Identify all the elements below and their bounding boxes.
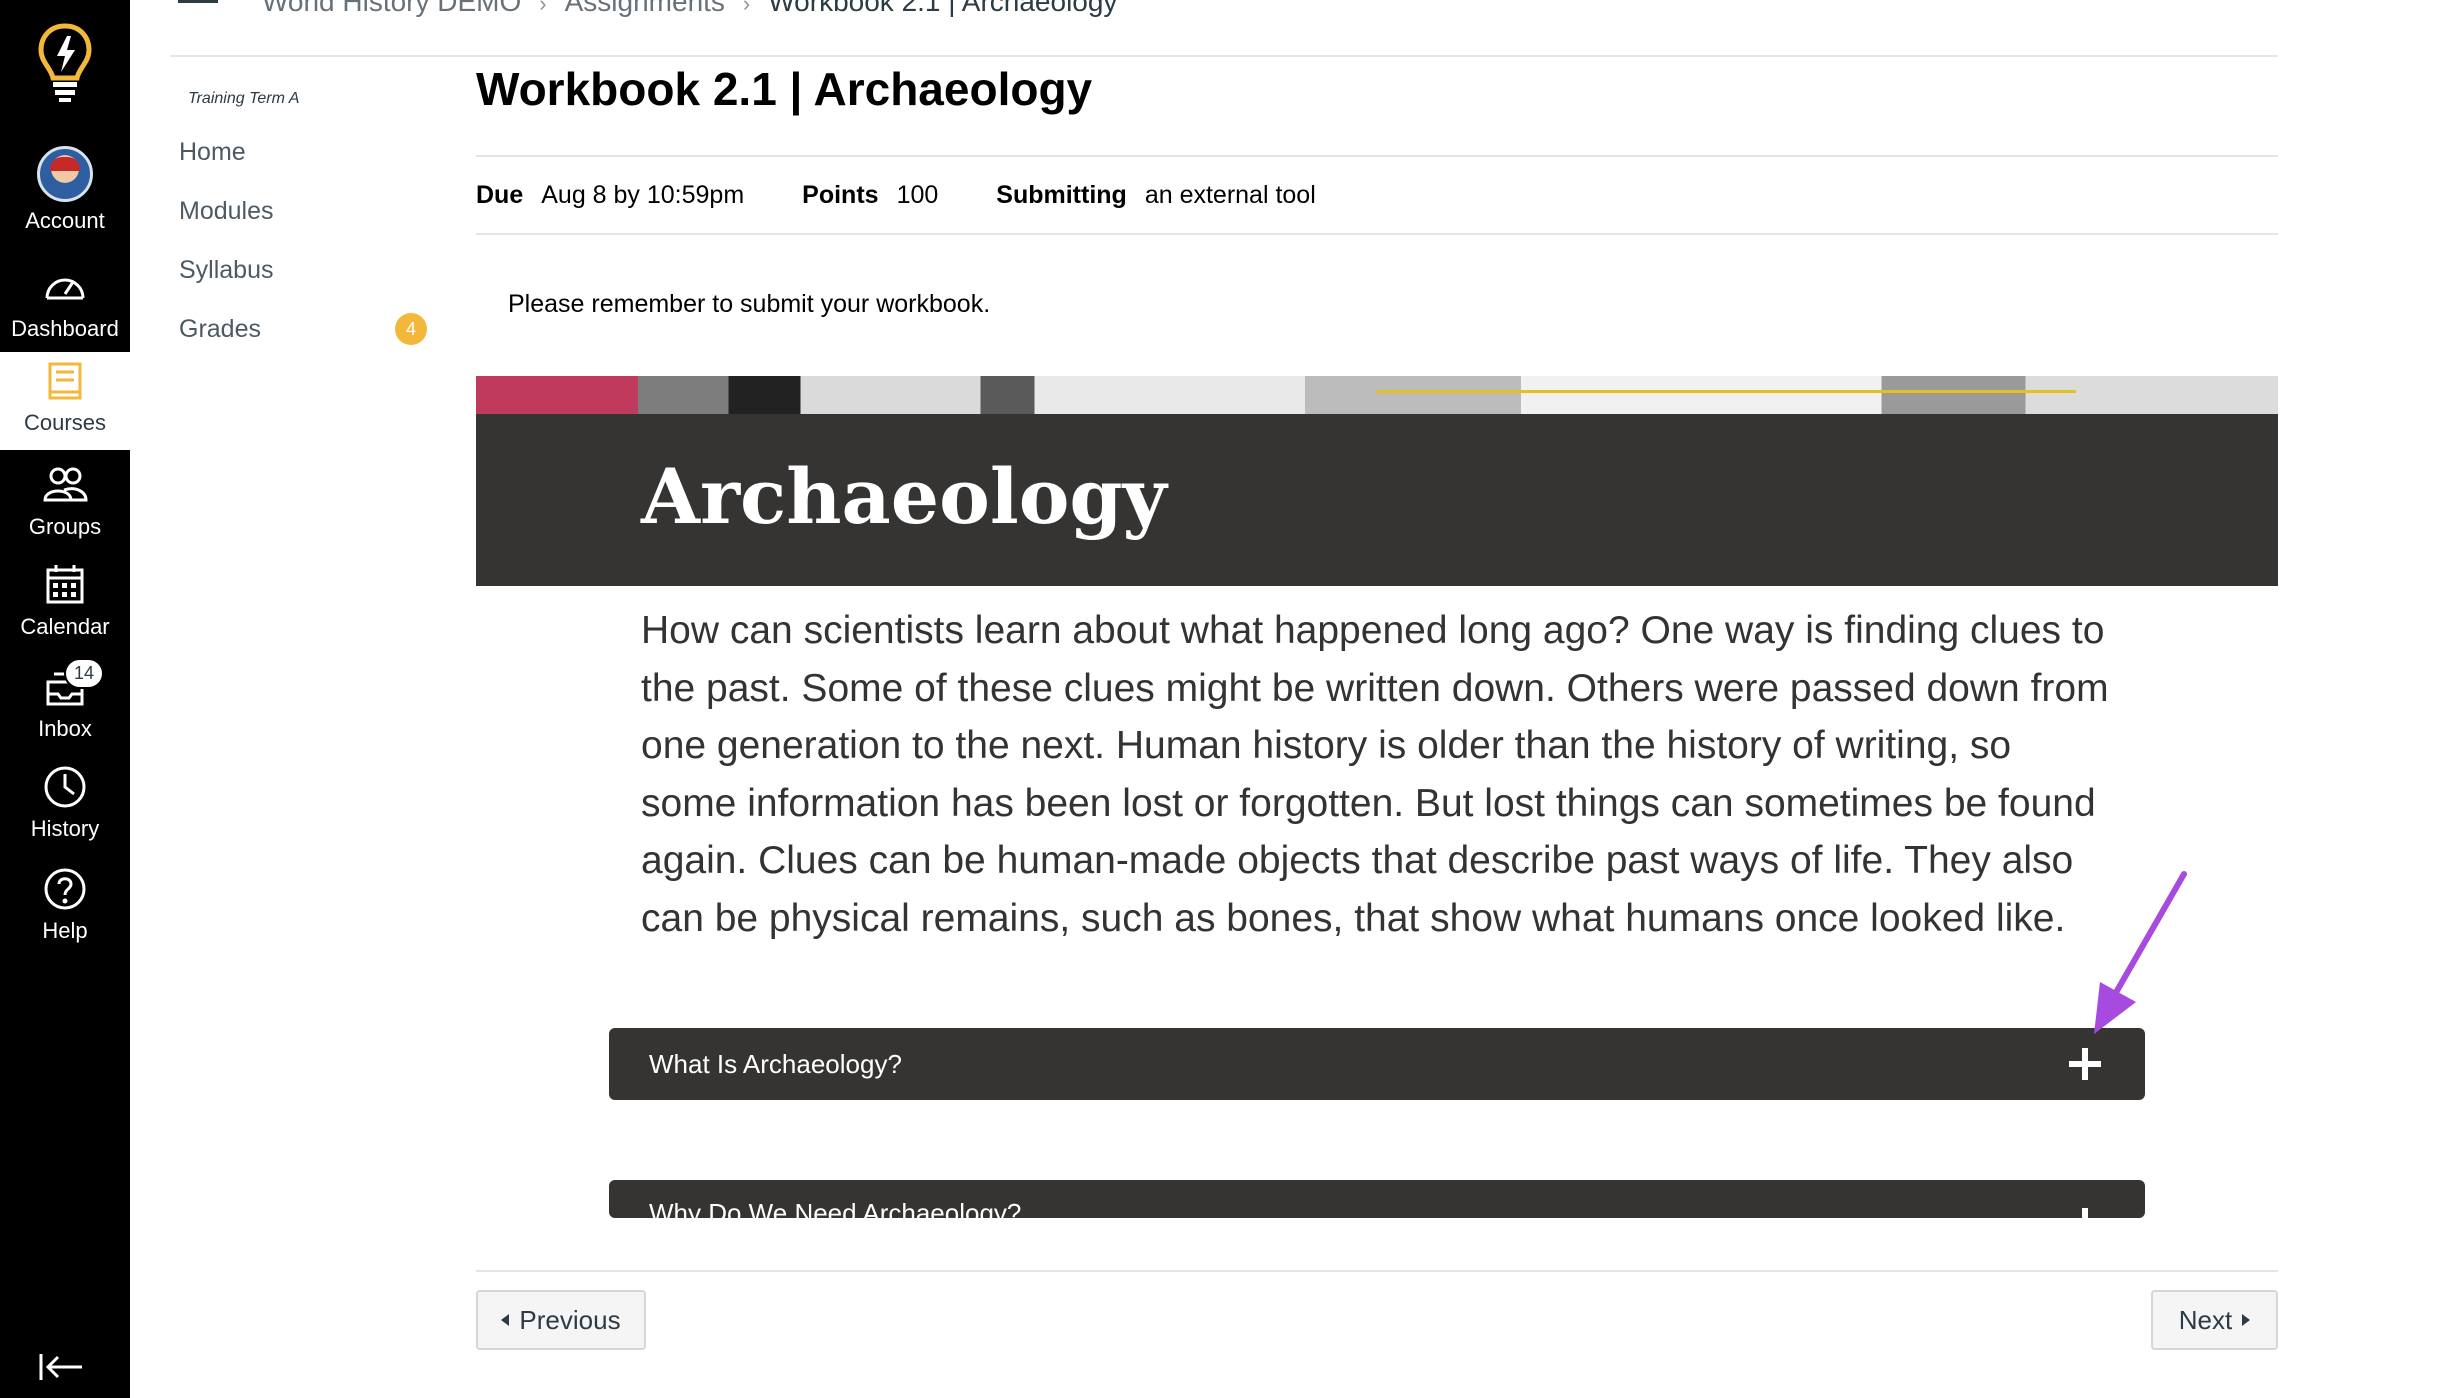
collapse-nav-icon[interactable] — [38, 1352, 84, 1382]
nav-groups-label: Groups — [28, 514, 102, 539]
course-term: Training Term A — [188, 90, 300, 107]
nav-calendar-label: Calendar — [20, 614, 110, 639]
previous-label: Previous — [519, 1304, 621, 1335]
canvas-logo-icon[interactable] — [0, 22, 130, 112]
course-nav: Training Term A Home Modules Syllabus Gr… — [170, 90, 430, 374]
course-nav-grades-label: Grades — [179, 315, 261, 343]
chevron-right-icon: › — [742, 0, 751, 16]
breadcrumb: World History DEMO › Assignments › Workbook … — [262, 0, 1117, 18]
assignment-reminder: Please remember to submit your workbook. — [508, 290, 991, 318]
nav-account-label: Account — [25, 208, 105, 233]
annotation-arrow-icon — [2094, 871, 2187, 1034]
lesson-banner: Archaeology — [476, 376, 2278, 586]
dashboard-icon — [45, 278, 85, 300]
nav-help[interactable]: Help — [0, 860, 130, 956]
points-label: Points — [802, 180, 879, 209]
nav-account[interactable]: Account — [0, 140, 130, 236]
nav-history-label: History — [30, 816, 100, 841]
footer-divider — [476, 1270, 2278, 1272]
accordion-label: What Is Archaeology? — [649, 1048, 902, 1079]
submitting-label: Submitting — [996, 180, 1127, 209]
calendar-icon — [46, 565, 84, 604]
nav-inbox-label: Inbox — [38, 716, 92, 741]
nav-courses-label: Courses — [24, 410, 106, 435]
breadcrumb-bar: World History DEMO › Assignments › Workbook … — [170, 0, 2278, 57]
accordion-label: Why Do We Need Archaeology? — [649, 1198, 1022, 1218]
due-date: Due Aug 8 by 10:59pm — [476, 181, 744, 210]
plus-icon[interactable] — [2065, 1204, 2105, 1218]
courses-icon — [48, 362, 82, 400]
breadcrumb-current: Workbook 2.1 | Archaeology — [768, 0, 1118, 17]
chevron-right-icon: › — [539, 0, 547, 16]
hamburger-menu-icon[interactable] — [178, 0, 218, 14]
next-button[interactable]: Next — [2151, 1290, 2278, 1350]
submitting: Submitting an external tool — [996, 181, 1315, 210]
breadcrumb-course[interactable]: World History DEMO — [262, 0, 521, 17]
nav-history[interactable]: History — [0, 758, 130, 854]
course-nav-home[interactable]: Home — [179, 138, 430, 197]
banner-image-strip — [476, 376, 2278, 414]
grades-badge: 4 — [395, 313, 427, 345]
due-label: Due — [476, 180, 524, 209]
course-nav-grades[interactable]: Grades 4 — [179, 313, 430, 374]
nav-dashboard[interactable]: Dashboard — [0, 258, 130, 354]
points-value: 100 — [896, 180, 939, 209]
nav-courses[interactable]: Courses — [0, 352, 130, 450]
submitting-value: an external tool — [1144, 180, 1316, 209]
groups-icon — [43, 467, 88, 502]
course-nav-modules[interactable]: Modules — [179, 197, 430, 256]
avatar — [37, 146, 93, 202]
caret-left-icon — [501, 1314, 510, 1326]
global-nav: Account Dashboard Courses Groups Calenda… — [0, 0, 130, 1398]
history-icon — [44, 766, 86, 808]
lesson-intro: How can scientists learn about what happ… — [641, 609, 2109, 940]
course-nav-syllabus[interactable]: Syllabus — [179, 256, 430, 315]
accordion-why-archaeology[interactable]: Why Do We Need Archaeology? — [609, 1180, 2145, 1218]
caret-right-icon — [2242, 1314, 2251, 1326]
breadcrumb-assignments[interactable]: Assignments — [565, 0, 725, 17]
page-title: Workbook 2.1 | Archaeology — [476, 63, 1093, 115]
help-icon — [44, 868, 86, 910]
nav-groups[interactable]: Groups — [0, 456, 130, 552]
accordion-what-is-archaeology[interactable]: What Is Archaeology? — [609, 1028, 2145, 1100]
inbox-unread-badge: 14 — [64, 658, 105, 689]
next-label: Next — [2178, 1304, 2233, 1335]
due-value: Aug 8 by 10:59pm — [541, 180, 745, 209]
nav-calendar[interactable]: Calendar — [0, 556, 130, 652]
nav-dashboard-label: Dashboard — [11, 316, 119, 341]
nav-inbox[interactable]: 14 Inbox — [0, 658, 130, 754]
lightbulb-logo-icon — [38, 23, 92, 102]
previous-button[interactable]: Previous — [476, 1290, 646, 1350]
plus-icon[interactable] — [2065, 1044, 2105, 1084]
assignment-details: Due Aug 8 by 10:59pm Points 100 Submitti… — [476, 155, 2278, 235]
nav-help-label: Help — [42, 918, 88, 943]
banner-title: Archaeology — [641, 452, 1167, 541]
points: Points 100 — [802, 181, 938, 210]
